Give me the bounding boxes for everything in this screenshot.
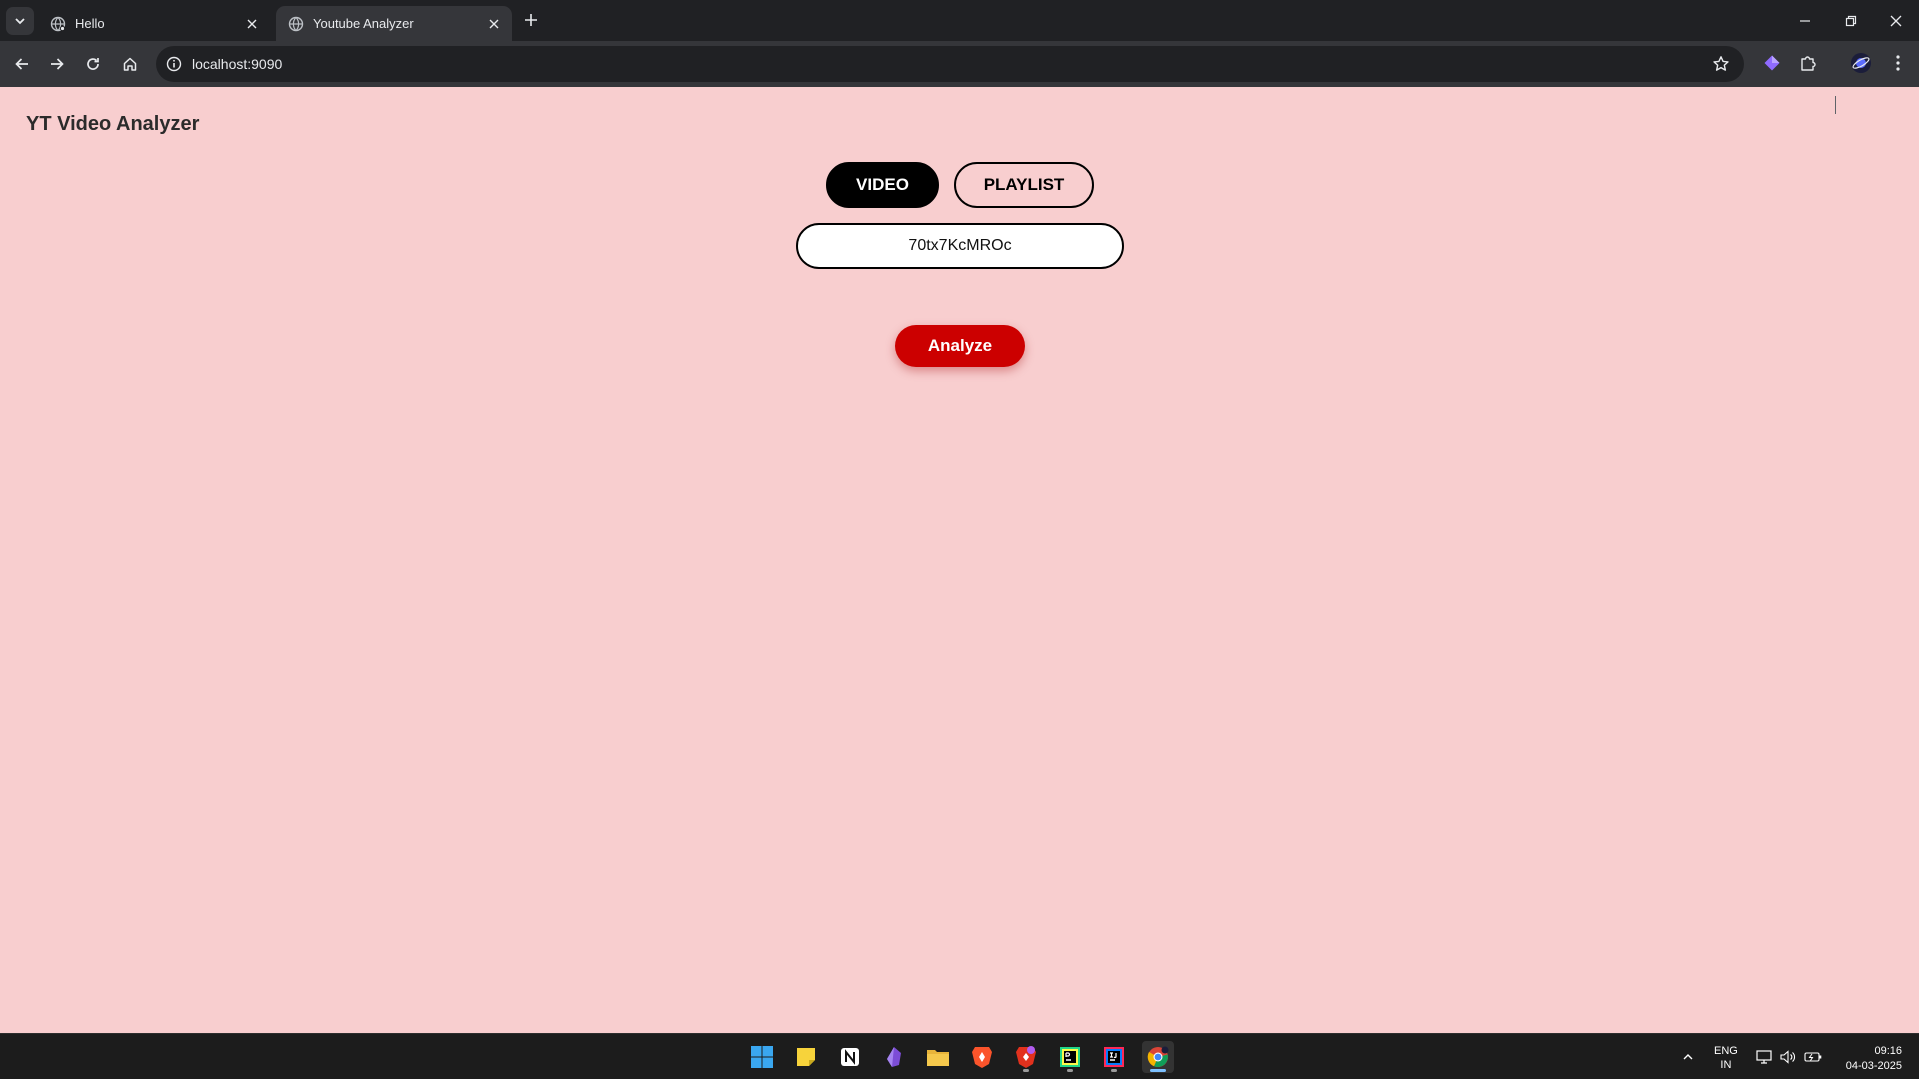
- battery-icon[interactable]: [1804, 1034, 1822, 1079]
- more-menu-icon[interactable]: [1886, 51, 1910, 75]
- pycharm-icon[interactable]: [1054, 1041, 1086, 1073]
- url-text: localhost:9090: [192, 56, 283, 72]
- clock-time: 09:16: [1874, 1045, 1902, 1057]
- running-indicator: [1023, 1069, 1029, 1072]
- obsidian-icon[interactable]: [878, 1041, 910, 1073]
- language-code: ENG: [1714, 1045, 1738, 1057]
- network-icon[interactable]: [1756, 1034, 1772, 1079]
- plus-icon: [525, 14, 537, 26]
- globe-icon: [50, 16, 66, 32]
- show-hidden-icons-button[interactable]: [1682, 1034, 1694, 1079]
- analyze-button[interactable]: Analyze: [895, 325, 1025, 367]
- browser-toolbar: localhost:9090: [0, 41, 1919, 114]
- profile-avatar-icon[interactable]: [1849, 51, 1873, 75]
- restore-icon: [1845, 15, 1857, 26]
- file-explorer-icon[interactable]: [922, 1041, 954, 1073]
- chevron-down-icon: [15, 18, 25, 25]
- tab-search-button[interactable]: [6, 7, 34, 35]
- home-button[interactable]: [116, 50, 144, 78]
- brave-browser-icon[interactable]: [966, 1041, 998, 1073]
- close-window-button[interactable]: [1873, 0, 1919, 41]
- info-icon[interactable]: [166, 56, 182, 72]
- reload-icon: [87, 58, 99, 70]
- video-id-input[interactable]: [796, 223, 1124, 269]
- tab-title: Hello: [75, 16, 105, 31]
- playlist-toggle-button[interactable]: PLAYLIST: [954, 162, 1094, 208]
- chevron-up-icon: [1683, 1054, 1693, 1060]
- tab-youtube-analyzer[interactable]: Youtube Analyzer: [276, 6, 512, 41]
- globe-icon: [288, 16, 304, 32]
- volume-icon[interactable]: [1780, 1034, 1796, 1079]
- close-icon[interactable]: [484, 14, 504, 34]
- windows-start-icon[interactable]: [746, 1041, 778, 1073]
- running-indicator: [1111, 1069, 1117, 1072]
- close-icon[interactable]: [242, 14, 262, 34]
- clock-date: 04-03-2025: [1845, 1060, 1902, 1072]
- brave-nightly-icon[interactable]: [1010, 1041, 1042, 1073]
- reload-button[interactable]: [79, 50, 107, 78]
- video-toggle-button[interactable]: VIDEO: [826, 162, 939, 208]
- toolbar-divider: [1835, 96, 1836, 114]
- running-indicator: [1067, 1069, 1073, 1072]
- running-indicator: [1150, 1069, 1166, 1072]
- restore-button[interactable]: [1828, 0, 1874, 41]
- arrow-left-icon: [15, 58, 28, 70]
- tab-hello[interactable]: Hello: [38, 6, 270, 41]
- input-language-indicator[interactable]: ENG IN: [1714, 1044, 1738, 1072]
- arrow-right-icon: [51, 58, 64, 70]
- page-title: YT Video Analyzer: [26, 113, 200, 135]
- address-bar[interactable]: localhost:9090: [156, 46, 1744, 82]
- sticky-notes-icon[interactable]: [790, 1041, 822, 1073]
- forward-button[interactable]: [43, 50, 71, 78]
- minimize-button[interactable]: [1782, 0, 1828, 41]
- region-code: IN: [1720, 1059, 1732, 1071]
- windows-taskbar: ENG IN 09:16 04-03-2025: [0, 1033, 1919, 1079]
- intellij-idea-icon[interactable]: [1098, 1041, 1130, 1073]
- extension-gem-icon[interactable]: [1760, 51, 1784, 75]
- tab-title: Youtube Analyzer: [313, 16, 414, 31]
- back-button[interactable]: [8, 50, 36, 78]
- browser-tab-strip: Hello Youtube Analyzer: [0, 0, 1919, 41]
- chrome-icon[interactable]: [1142, 1041, 1174, 1073]
- notion-icon[interactable]: [834, 1041, 866, 1073]
- bookmark-star-icon[interactable]: [1712, 55, 1730, 73]
- new-tab-button[interactable]: [520, 9, 542, 31]
- minimize-icon: [1800, 19, 1810, 22]
- extensions-puzzle-icon[interactable]: [1796, 51, 1820, 75]
- home-icon: [123, 57, 137, 71]
- close-icon: [1890, 15, 1902, 26]
- system-clock[interactable]: 09:16 04-03-2025: [1832, 1044, 1902, 1074]
